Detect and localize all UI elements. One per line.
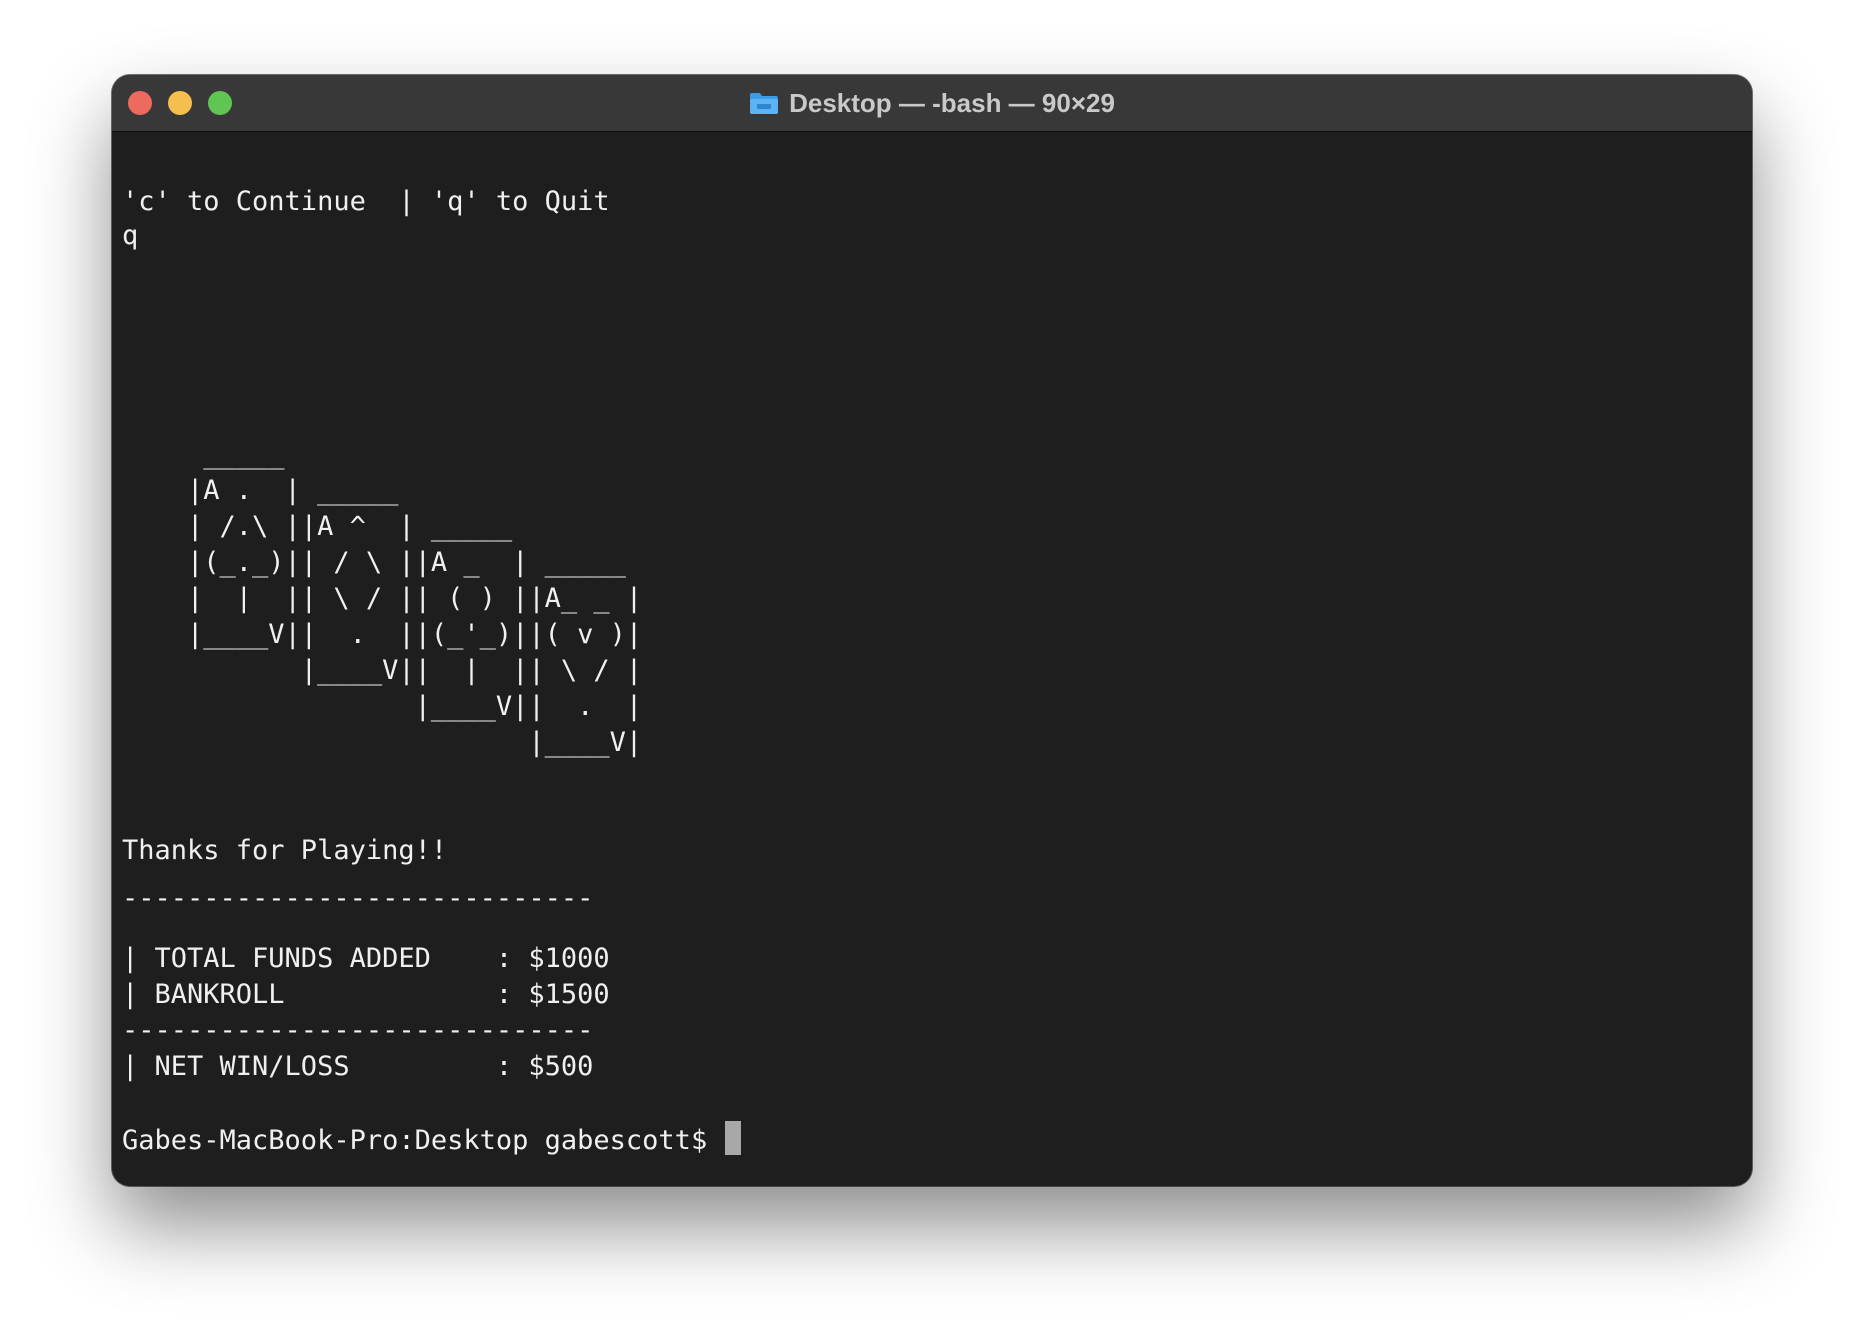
card-art-line: |____V|| . ||(_'_)||( v )| [122,619,643,650]
title-bar[interactable]: Desktop — -bash — 90×29 [112,75,1752,132]
window-title-area: Desktop — -bash — 90×29 [112,75,1752,131]
card-art-line: | | || \ / || ( ) ||A_ _ | [122,583,643,614]
text-cursor [725,1121,742,1155]
terminal-window: Desktop — -bash — 90×29 'c' to Continue … [112,75,1752,1186]
folder-icon [749,91,779,115]
card-art-line: | /.\ ||A ^ | _____ [122,511,513,542]
card-art-line: |____V|| . | [122,691,643,722]
divider-bottom: ----------------------------- [122,1015,594,1046]
typed-input: q [122,220,139,251]
card-art-line: |(_._)|| / \ ||A _ | _____ [122,547,626,578]
bankroll-line: | BANKROLL : $1500 [122,979,610,1010]
card-art-line: |A . | _____ [122,475,399,506]
thanks-message: Thanks for Playing!! [122,835,448,866]
prompt-hint: 'c' to Continue | 'q' to Quit [122,186,610,217]
card-art-line: |____V|| | || \ / | [122,655,643,686]
total-funds-line: | TOTAL FUNDS ADDED : $1000 [122,943,610,974]
divider-top: ----------------------------- [122,883,594,914]
window-title: Desktop — -bash — 90×29 [789,87,1115,118]
card-art-line: |____V| [122,727,643,758]
net-win-loss-line: | NET WIN/LOSS : $500 [122,1051,594,1082]
shell-prompt: Gabes-MacBook-Pro:Desktop gabescott$ [122,1125,724,1156]
shell-prompt-line[interactable]: Gabes-MacBook-Pro:Desktop gabescott$ [122,1121,742,1157]
terminal-output[interactable]: 'c' to Continue | 'q' to Quit q _____ |A… [122,132,1742,1186]
card-art-line: _____ [122,439,285,470]
